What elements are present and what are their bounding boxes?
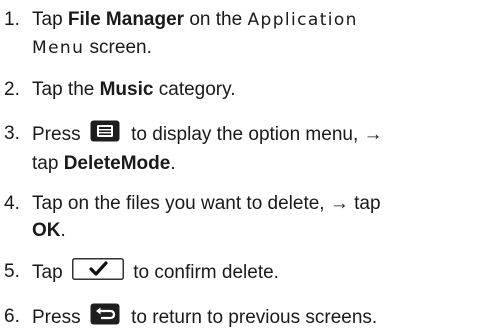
step-number: 5. [4, 261, 20, 282]
bold-term: File Manager [67, 9, 185, 30]
text-after: to confirm delete. [127, 262, 279, 284]
step-text: Press to return to previous screens. [32, 303, 472, 333]
bold-term: OK [32, 220, 61, 241]
menu-word: Menu [32, 38, 85, 58]
step-number: 4. [4, 193, 20, 214]
app-word: Application [247, 10, 358, 30]
step-number: 2. [4, 79, 20, 100]
step-text: Tap on the files you want to delete, → t… [32, 190, 472, 244]
step-text: Press to display the option menu, → tap … [32, 120, 472, 177]
text-before-line2: tap [32, 153, 64, 174]
step-line: Press to return to previous screens. [32, 303, 472, 333]
text-after: on the [184, 9, 248, 30]
text-before: Press [32, 124, 86, 146]
text-before: Tap [32, 9, 68, 30]
instruction-page: 1. Tap File Manager on the Application M… [0, 0, 484, 332]
back-key-icon [90, 303, 120, 333]
menu-key-icon [90, 120, 120, 150]
step-line: Tap to confirm delete. [32, 258, 472, 288]
text-after: to display the option menu, → [125, 124, 383, 146]
step-number: 1. [4, 9, 20, 30]
step-text: Tap File Manager on the Application Menu… [32, 6, 472, 62]
step-line: Menu screen. [32, 34, 472, 62]
step-line: Press to display the option menu, → [32, 120, 472, 150]
step-line: Tap on the files you want to delete, → t… [32, 190, 472, 217]
bold-term: Music [99, 79, 154, 100]
step-text: Tap the Music category. [32, 76, 472, 103]
text-tail: screen. [84, 37, 152, 58]
bold-term: DeleteMode [63, 153, 171, 174]
text-after-line2: . [170, 153, 176, 174]
step-line: Tap the Music category. [32, 76, 472, 103]
step-line: OK. [32, 217, 472, 244]
text-after: . [60, 220, 66, 241]
text-before: Tap the [32, 79, 100, 100]
text-after: to return to previous screens. [125, 307, 378, 329]
text-before: Tap [32, 262, 68, 284]
step-line: Tap File Manager on the Application [32, 6, 472, 34]
text-before: Tap on the files you want to delete, → t… [32, 193, 381, 214]
step-number: 6. [4, 306, 20, 327]
text-after: category. [153, 79, 236, 100]
step-line: tap DeleteMode. [32, 150, 472, 177]
checkmark-button-icon [71, 258, 124, 288]
text-before: Press [32, 307, 86, 329]
step-text: Tap to confirm delete. [32, 258, 472, 288]
step-number: 3. [4, 123, 20, 144]
